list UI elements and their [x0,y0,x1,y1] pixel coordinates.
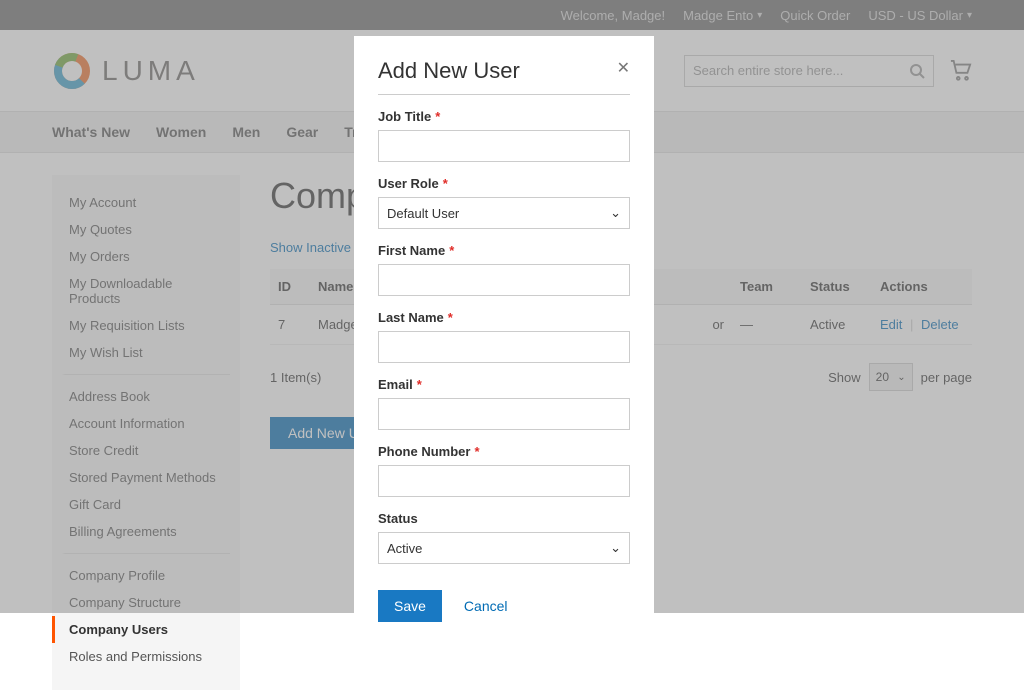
add-user-modal: Add New User ✕ Job Title * User Role * Def… [354,36,654,646]
label-status: Status [378,511,630,526]
input-phone[interactable] [378,465,630,497]
field-email: Email * [378,377,630,430]
label-job-title: Job Title * [378,109,630,124]
select-status[interactable]: Active ⌄ [378,532,630,564]
label-email: Email * [378,377,630,392]
label-text: Status [378,511,418,526]
label-text: Last Name [378,310,444,325]
field-phone: Phone Number * [378,444,630,497]
modal-title: Add New User [378,58,520,84]
required-icon: * [474,444,479,459]
sidebar-item-roles-permissions[interactable]: Roles and Permissions [52,643,240,670]
input-last-name[interactable] [378,331,630,363]
label-text: User Role [378,176,439,191]
label-text: Job Title [378,109,431,124]
sidebar-item-company-users[interactable]: Company Users [52,616,240,643]
chevron-down-icon: ⌄ [610,540,621,556]
label-text: Phone Number [378,444,470,459]
required-icon: * [443,176,448,191]
input-email[interactable] [378,398,630,430]
field-first-name: First Name * [378,243,630,296]
field-job-title: Job Title * [378,109,630,162]
cancel-button[interactable]: Cancel [464,598,508,614]
required-icon: * [417,377,422,392]
select-value: Active [387,541,422,556]
label-last-name: Last Name * [378,310,630,325]
close-icon[interactable]: ✕ [617,58,630,78]
save-button[interactable]: Save [378,590,442,622]
label-user-role: User Role * [378,176,630,191]
required-icon: * [435,109,440,124]
required-icon: * [448,310,453,325]
chevron-down-icon: ⌄ [610,205,621,221]
field-last-name: Last Name * [378,310,630,363]
input-job-title[interactable] [378,130,630,162]
field-status: Status Active ⌄ [378,511,630,564]
label-text: First Name [378,243,445,258]
select-value: Default User [387,206,459,221]
label-first-name: First Name * [378,243,630,258]
field-user-role: User Role * Default User ⌄ [378,176,630,229]
input-first-name[interactable] [378,264,630,296]
label-phone: Phone Number * [378,444,630,459]
select-user-role[interactable]: Default User ⌄ [378,197,630,229]
label-text: Email [378,377,413,392]
required-icon: * [449,243,454,258]
